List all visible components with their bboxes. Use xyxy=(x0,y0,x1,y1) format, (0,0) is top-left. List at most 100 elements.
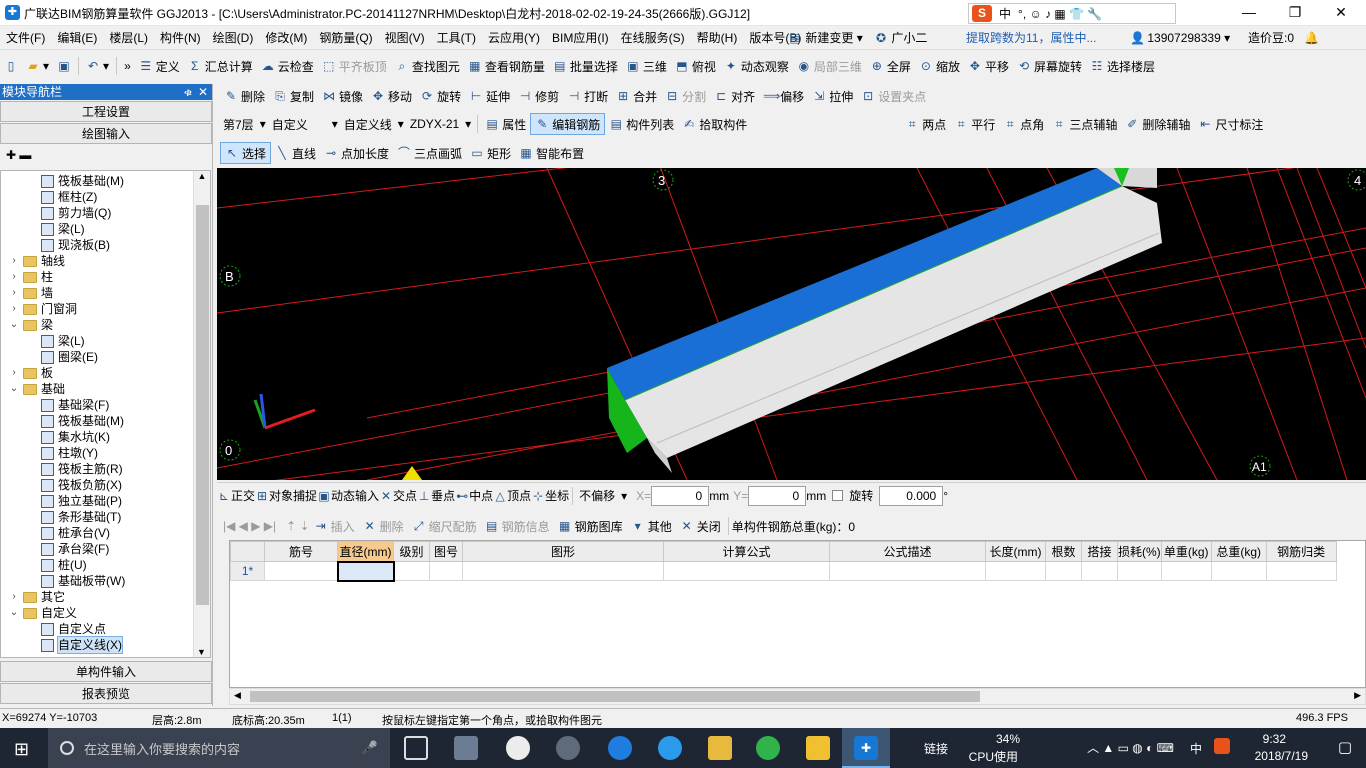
rotate-checkbox[interactable] xyxy=(832,490,844,501)
table-cell[interactable] xyxy=(1117,561,1162,581)
column-header[interactable]: 图号 xyxy=(429,541,463,562)
component-select[interactable]: ZDYX-21 ▾ xyxy=(407,114,474,134)
app-fan-icon[interactable] xyxy=(454,736,478,760)
file-explorer-icon[interactable] xyxy=(708,736,732,760)
toolbar3-snap-5[interactable]: ⇤ 尺寸标注 xyxy=(1194,113,1267,135)
toolbar2-button-1[interactable]: ⎘ 复制 xyxy=(269,85,318,107)
menu-item-8[interactable]: 工具(T) xyxy=(431,26,482,50)
toolbar3-button-3[interactable]: ✍ 拾取构件 xyxy=(678,113,751,135)
toolbar3-button-0[interactable]: ▤ 属性 xyxy=(481,113,530,135)
menu-item-0[interactable]: 文件(F) xyxy=(0,26,51,50)
column-header[interactable]: 筋号 xyxy=(264,541,338,562)
tray-time[interactable]: 9:32 xyxy=(1263,732,1286,746)
rebar-button-4[interactable]: ▦ 钢筋图库 xyxy=(554,515,627,537)
tray-icons[interactable]: ︿ ▲ ▭ ◍ ◐ ⌨ xyxy=(1087,739,1174,756)
drawing-input-button[interactable]: 绘图输入 xyxy=(0,123,212,144)
tree-item[interactable]: 剪力墙(Q) xyxy=(41,205,111,221)
beam-3d-model[interactable] xyxy=(607,168,1162,473)
toolbar3-snap-4[interactable]: ✐ 删除辅轴 xyxy=(1121,113,1194,135)
snap-button-7[interactable]: ⊹ 坐标 xyxy=(531,487,569,504)
table-row[interactable]: 1* xyxy=(230,560,1337,582)
type-select[interactable]: 自定义线 ▾ xyxy=(341,114,407,134)
bell-icon[interactable]: 🔔 xyxy=(1304,26,1319,50)
toolbar2-button-11[interactable]: ⟹ 偏移 xyxy=(759,85,808,107)
task-view-icon[interactable] xyxy=(404,736,428,760)
toolbar4-button-4[interactable]: ▭ 矩形 xyxy=(466,142,515,164)
toolbar4-button-3[interactable]: ⌒ 三点画弧 xyxy=(393,142,466,164)
table-cell[interactable] xyxy=(462,561,664,581)
cost-bean[interactable]: 造价豆:0 xyxy=(1248,26,1294,50)
tree-item[interactable]: 筏板主筋(R) xyxy=(41,461,123,477)
rebar-button-0[interactable]: ⇥ 插入 xyxy=(310,515,359,537)
viewport-canvas[interactable]: 3 B 0 4 A1 xyxy=(217,168,1366,480)
taskbar-search[interactable]: 在这里输入你要搜索的内容 🎤 xyxy=(48,728,390,768)
rotate-input[interactable]: 0.000 xyxy=(879,485,944,506)
expand-toggle-icon[interactable]: › xyxy=(9,253,19,269)
snap-button-0[interactable]: ⊾ 正交 xyxy=(217,487,255,504)
menu-item-9[interactable]: 云应用(Y) xyxy=(482,26,546,50)
table-hscrollbar[interactable]: ◀ ▶ xyxy=(229,688,1366,705)
tree-item[interactable]: 条形基础(T) xyxy=(41,509,121,525)
tree-item[interactable]: 圈梁(E) xyxy=(41,349,98,365)
toolbar2-button-2[interactable]: ⋈ 镜像 xyxy=(318,85,367,107)
menu-item-2[interactable]: 楼层(L) xyxy=(103,26,154,50)
expand-toggle-icon[interactable]: › xyxy=(9,301,19,317)
tree-item[interactable]: 承台梁(F) xyxy=(41,541,109,557)
notification-icon[interactable]: ▢ xyxy=(1338,738,1352,756)
undo-icon[interactable]: ↶ ▾ xyxy=(82,55,113,77)
new-file-icon[interactable]: ▯ xyxy=(0,55,22,77)
toolbar2-button-12[interactable]: ⇲ 拉伸 xyxy=(808,85,857,107)
tree-item[interactable]: 梁(L) xyxy=(41,221,85,237)
rebar-button-1[interactable]: ✕ 删除 xyxy=(359,515,408,537)
toolbar2-button-7[interactable]: ⊣ 打断 xyxy=(563,85,612,107)
toolbar3-snap-3[interactable]: ⌗ 三点辅轴 xyxy=(1048,113,1121,135)
table-cell[interactable] xyxy=(1081,561,1118,581)
tree-item[interactable]: 独立基础(P) xyxy=(41,493,122,509)
y-input[interactable]: 0 xyxy=(748,485,807,506)
toolbar2-button-3[interactable]: ✥ 移动 xyxy=(367,85,416,107)
menu-item-3[interactable]: 构件(N) xyxy=(154,26,207,50)
expand-toggle-icon[interactable]: › xyxy=(9,285,19,301)
table-cell[interactable] xyxy=(1160,561,1212,581)
table-cell[interactable] xyxy=(429,561,463,581)
browser-e-icon[interactable] xyxy=(506,736,530,760)
table-cell[interactable] xyxy=(264,561,338,581)
x-input[interactable]: 0 xyxy=(651,485,710,506)
toolbar3-button-1[interactable]: ✎ 编辑钢筋 xyxy=(530,113,606,135)
toolbar1-button-6[interactable]: ▤ 批量选择 xyxy=(549,55,622,77)
tree-item[interactable]: › 其它 xyxy=(9,589,65,605)
table-cell[interactable] xyxy=(1265,561,1337,581)
toolbar2-button-4[interactable]: ⟳ 旋转 xyxy=(416,85,465,107)
column-header[interactable]: 单重(kg) xyxy=(1160,541,1212,562)
tree-item[interactable]: ⌄ 自定义 xyxy=(9,605,77,621)
tree-item[interactable]: ⌄ 梁 xyxy=(9,317,53,333)
tree-item[interactable]: 桩承台(V) xyxy=(41,525,110,541)
active-ggj-app[interactable]: ✚ xyxy=(842,728,890,768)
table-cell[interactable] xyxy=(393,561,430,581)
toolbar3-snap-0[interactable]: ⌗ 两点 xyxy=(901,113,950,135)
ime-extra-icons[interactable]: °, ☺ ♪ ▦ 👕 🔧 xyxy=(1018,7,1102,21)
column-header[interactable]: 根数 xyxy=(1045,541,1082,562)
tree-scrollbar[interactable]: ▲ ▼ xyxy=(193,171,210,657)
toolbar1-button-2[interactable]: ☁ 云检查 xyxy=(257,55,318,77)
toolbar2-button-13[interactable]: ⊡ 设置夹点 xyxy=(857,85,930,107)
snap-button-4[interactable]: ⊥ 垂点 xyxy=(417,487,455,504)
column-header[interactable]: 搭接 xyxy=(1081,541,1118,562)
toolbar1-button-4[interactable]: ⌕ 查找图元 xyxy=(391,55,464,77)
mic-icon[interactable]: 🎤 xyxy=(362,740,378,756)
toolbar1-button-9[interactable]: ✦ 动态观察 xyxy=(720,55,793,77)
toolbar4-button-2[interactable]: ⊸ 点加长度 xyxy=(320,142,393,164)
notice-text[interactable]: 提取跨数为11，属性中... xyxy=(966,26,1096,50)
drawing-viewport[interactable]: 3 B 0 4 A1 xyxy=(217,168,1366,480)
toolbar1-button-0[interactable]: ☰ 定义 xyxy=(135,55,184,77)
ie-icon[interactable] xyxy=(658,736,682,760)
project-settings-button[interactable]: 工程设置 xyxy=(0,101,212,122)
column-header[interactable]: 损耗(%) xyxy=(1117,541,1162,562)
menu-item-4[interactable]: 绘图(D) xyxy=(207,26,260,50)
toolbar3-button-2[interactable]: ▤ 构件列表 xyxy=(605,113,678,135)
toolbar1-button-10[interactable]: ◉ 局部三维 xyxy=(793,55,866,77)
toolbar2-button-5[interactable]: ⊢ 延伸 xyxy=(465,85,514,107)
tree-item[interactable]: 筏板基础(M) xyxy=(41,173,124,189)
toolbar1-button-15[interactable]: ☷ 选择楼层 xyxy=(1086,55,1159,77)
toolbar2-button-6[interactable]: ⊣ 修剪 xyxy=(514,85,563,107)
